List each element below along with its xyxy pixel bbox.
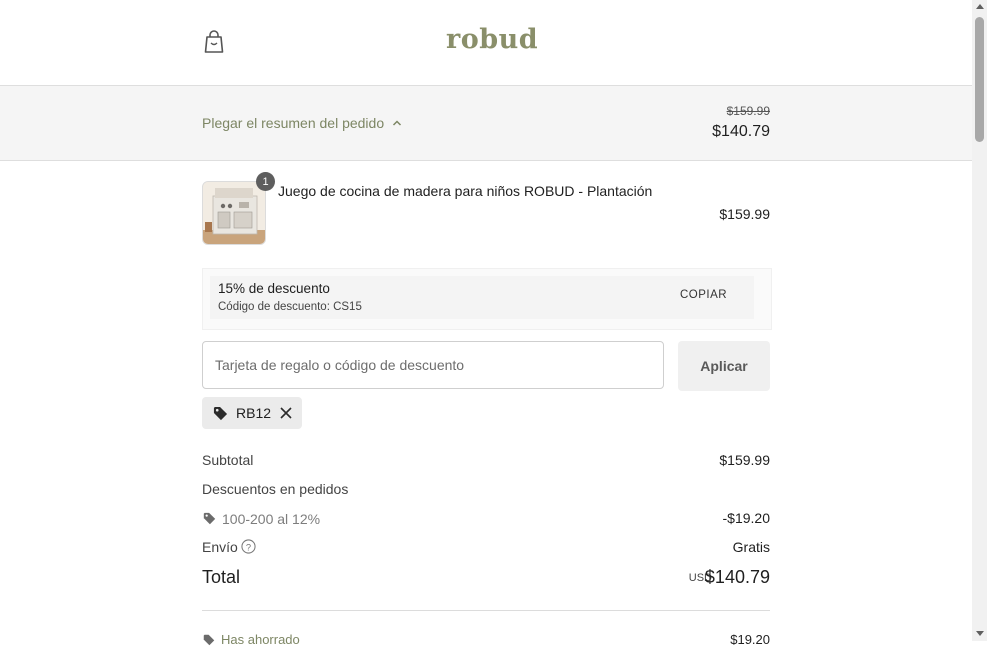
- subtotal-label: Subtotal: [202, 452, 254, 468]
- collapse-summary-label: Plegar el resumen del pedido: [202, 115, 385, 131]
- discount-rule-value: -$19.20: [722, 510, 770, 526]
- close-icon[interactable]: [279, 406, 293, 420]
- chevron-up-icon: [393, 120, 402, 126]
- discount-tag-icon: [203, 512, 216, 525]
- applied-code-chip: RB12: [202, 397, 302, 429]
- apply-button[interactable]: Aplicar: [678, 341, 770, 391]
- discount-offer-code: Código de descuento: CS15: [218, 301, 362, 313]
- scroll-down-arrow-icon[interactable]: [976, 631, 984, 636]
- order-summary-bar: [0, 86, 972, 161]
- store-logo[interactable]: robud: [446, 24, 538, 55]
- product-name: Juego de cocina de madera para niños ROB…: [278, 183, 653, 199]
- kitchen-toy-image: [203, 182, 265, 244]
- order-discounts-label: Descuentos en pedidos: [202, 481, 349, 497]
- applied-code-text: RB12: [236, 405, 272, 421]
- help-icon[interactable]: ?: [241, 539, 256, 554]
- tag-icon: [213, 406, 228, 421]
- summary-price: $140.79: [712, 123, 770, 140]
- discount-code-input[interactable]: [202, 341, 664, 389]
- discount-rule-label: 100-200 al 12%: [222, 511, 321, 527]
- quantity-badge: 1: [256, 172, 275, 191]
- savings-label: Has ahorrado: [221, 632, 300, 647]
- discount-offer-title: 15% de descuento: [218, 281, 330, 296]
- svg-text:?: ?: [246, 542, 251, 552]
- shipping-value: Gratis: [732, 539, 770, 555]
- total-value: $140.79: [704, 567, 770, 587]
- divider: [202, 610, 770, 611]
- savings-tag-icon: [203, 634, 215, 646]
- product-thumbnail: [202, 181, 266, 245]
- shopping-bag-icon[interactable]: [203, 30, 225, 54]
- subtotal-value: $159.99: [719, 452, 770, 468]
- scrollbar-thumb[interactable]: [975, 17, 984, 142]
- product-price: $159.99: [719, 206, 770, 222]
- total-label: Total: [202, 567, 241, 587]
- savings-value: $19.20: [730, 632, 770, 647]
- shipping-label: Envío: [202, 539, 238, 555]
- scroll-up-arrow-icon[interactable]: [976, 4, 984, 9]
- collapse-summary-toggle[interactable]: Plegar el resumen del pedido: [202, 115, 402, 131]
- copy-code-button[interactable]: COPIAR: [680, 289, 727, 301]
- original-price: $159.99: [726, 104, 770, 118]
